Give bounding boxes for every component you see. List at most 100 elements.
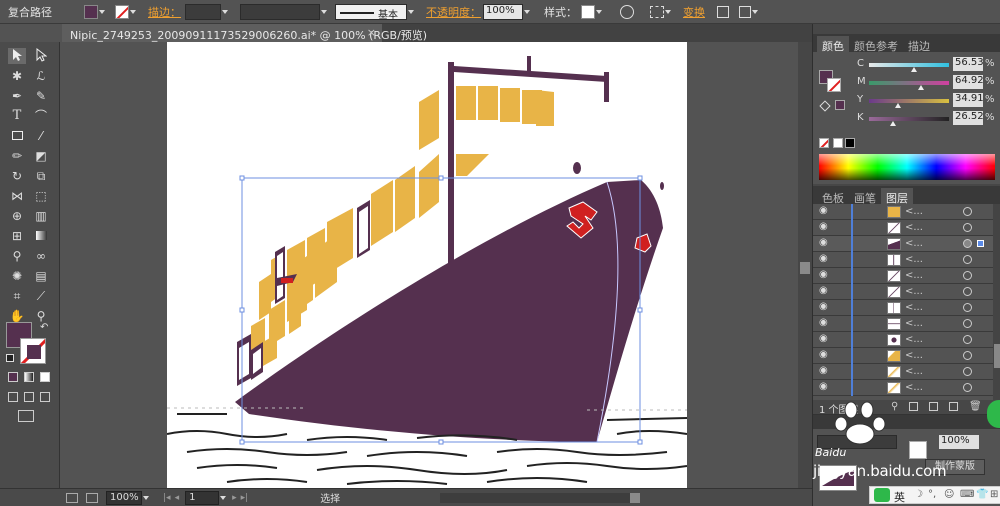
opacity-dropdown-icon[interactable] <box>523 5 532 19</box>
scale-tool-icon[interactable]: ⧉ <box>32 168 50 184</box>
eye-icon[interactable]: ◉ <box>819 285 833 296</box>
eye-icon[interactable]: ◉ <box>819 349 833 360</box>
new-layer-icon[interactable] <box>949 402 958 411</box>
tools-icon[interactable]: ⊞ <box>990 489 998 500</box>
brush-dropdown-icon[interactable] <box>407 5 416 19</box>
layer-row[interactable]: ◉ <... <box>813 364 993 380</box>
stroke-weight-dropdown-icon[interactable] <box>221 5 230 19</box>
artboard-tool-icon[interactable]: ⌗ <box>8 288 26 304</box>
panel-stroke-swatch[interactable] <box>827 78 841 92</box>
magenta-slider[interactable]: M 64.92 % <box>857 75 997 90</box>
color-spectrum[interactable] <box>819 154 995 180</box>
direct-selection-tool-icon[interactable] <box>32 47 50 64</box>
moon-icon[interactable]: ☽ <box>914 489 923 500</box>
layer-row[interactable]: ◉ <... <box>813 236 993 252</box>
tab-brushes[interactable]: 画笔 <box>849 188 881 205</box>
tab-stroke[interactable]: 描边 <box>903 36 935 53</box>
target-icon[interactable] <box>963 207 972 216</box>
eye-icon[interactable]: ◉ <box>819 333 833 344</box>
eye-icon[interactable]: ◉ <box>819 253 833 264</box>
magic-wand-tool-icon[interactable]: ✱ <box>8 68 26 84</box>
transparency-opacity-field[interactable]: 100% <box>939 435 979 449</box>
arrange-icon[interactable] <box>739 5 751 18</box>
none-mode-icon[interactable] <box>40 372 50 382</box>
default-colors-icon[interactable] <box>6 354 14 362</box>
layer-row[interactable]: ◉ <... <box>813 204 993 220</box>
yellow-slider[interactable]: Y 34.91 % <box>857 93 997 108</box>
skin-icon[interactable]: 👕 <box>976 489 988 500</box>
column-graph-tool-icon[interactable]: ▤ <box>32 268 50 284</box>
gradient-mode-icon[interactable] <box>24 372 34 382</box>
ship-illustration[interactable] <box>166 42 688 488</box>
layer-row[interactable]: ◉ <... <box>813 284 993 300</box>
target-icon[interactable] <box>963 255 972 264</box>
swap-colors-icon[interactable]: ↶ <box>40 322 48 333</box>
target-icon[interactable] <box>963 303 972 312</box>
white-color-swatch[interactable] <box>833 138 843 148</box>
slice-tool-icon[interactable]: ⟋ <box>32 288 50 304</box>
shape-builder-tool-icon[interactable]: ⊕ <box>8 208 26 224</box>
locate-object-icon[interactable]: ⚲ <box>891 401 898 412</box>
black-knob[interactable] <box>890 121 896 126</box>
variable-width-dropdown-icon[interactable] <box>320 5 329 19</box>
layer-row[interactable]: ◉ <... <box>813 220 993 236</box>
close-tab-icon[interactable]: × <box>367 26 376 39</box>
layer-row[interactable]: ◉ <... <box>813 300 993 316</box>
vertical-scrollbar[interactable] <box>798 42 812 488</box>
eye-icon[interactable]: ◉ <box>819 237 833 248</box>
next-artboard-icon[interactable]: ▸ <box>232 493 237 503</box>
eye-icon[interactable]: ◉ <box>819 381 833 392</box>
blend-tool-icon[interactable]: ∞ <box>32 248 50 264</box>
free-transform-tool-icon[interactable]: ⬚ <box>32 188 50 204</box>
black-slider[interactable]: K 26.52 % <box>857 111 997 126</box>
eye-icon[interactable]: ◉ <box>819 269 833 280</box>
layer-row[interactable]: ◉ <... <box>813 348 993 364</box>
opacity-label[interactable]: 不透明度： <box>426 4 481 20</box>
align-dropdown-icon[interactable] <box>664 5 673 19</box>
mask-link-icon[interactable] <box>909 441 927 459</box>
layer-row[interactable]: ◉ <... <box>813 316 993 332</box>
target-icon[interactable] <box>963 367 972 376</box>
black-value[interactable]: 26.52 <box>953 111 984 125</box>
eye-icon[interactable]: ◉ <box>819 317 833 328</box>
layer-row[interactable]: ◉ <... <box>813 268 993 284</box>
color-mode-icon[interactable] <box>8 372 18 382</box>
keyboard-icon[interactable]: ⌨ <box>960 489 974 500</box>
eraser-tool-icon[interactable]: ◩ <box>32 148 50 164</box>
out-of-gamut-icon[interactable] <box>819 100 831 112</box>
stroke-color-box[interactable] <box>20 338 46 364</box>
target-icon[interactable] <box>963 383 972 392</box>
mesh-tool-icon[interactable]: ⊞ <box>8 228 26 244</box>
isolate-icon[interactable] <box>717 5 729 18</box>
last-artboard-icon[interactable]: ▸| <box>241 493 249 503</box>
export-icon[interactable] <box>86 492 98 503</box>
recolor-icon[interactable] <box>620 4 634 19</box>
tab-color[interactable]: 颜色 <box>817 36 849 53</box>
cyan-value[interactable]: 56.53 <box>953 57 984 71</box>
black-color-swatch[interactable] <box>845 138 855 148</box>
pencil-tool-icon[interactable]: ✏ <box>8 148 26 164</box>
stroke-label[interactable]: 描边： <box>148 4 181 20</box>
curvature-tool-icon[interactable]: ✎ <box>32 88 50 104</box>
none-color-swatch[interactable] <box>819 138 829 148</box>
tab-swatches[interactable]: 色板 <box>817 188 849 205</box>
new-sublayer-icon[interactable] <box>929 402 938 411</box>
align-icon[interactable] <box>650 5 664 18</box>
document-tab[interactable]: Nipic_2749253_20090911173529006260.ai* @… <box>62 24 427 42</box>
stroke-dropdown-icon[interactable] <box>129 5 138 19</box>
rotate-tool-icon[interactable]: ↻ <box>8 168 26 184</box>
rectangle-tool-icon[interactable] <box>8 128 26 144</box>
draw-mode-icon[interactable] <box>8 392 18 402</box>
eye-icon[interactable]: ◉ <box>819 221 833 232</box>
transform-link[interactable]: 变换 <box>683 4 705 20</box>
artboard[interactable] <box>166 42 688 488</box>
target-icon[interactable] <box>963 319 972 328</box>
layer-row[interactable]: ◉ <... <box>813 252 993 268</box>
opacity-field[interactable]: 100% <box>483 3 523 20</box>
variable-width-field[interactable] <box>240 3 320 20</box>
stroke-weight-field[interactable] <box>185 3 221 20</box>
eye-icon[interactable]: ◉ <box>819 365 833 376</box>
prev-artboard-icon[interactable]: ◂ <box>175 493 180 503</box>
gamut-swatch[interactable] <box>835 100 845 110</box>
magenta-knob[interactable] <box>918 85 924 90</box>
